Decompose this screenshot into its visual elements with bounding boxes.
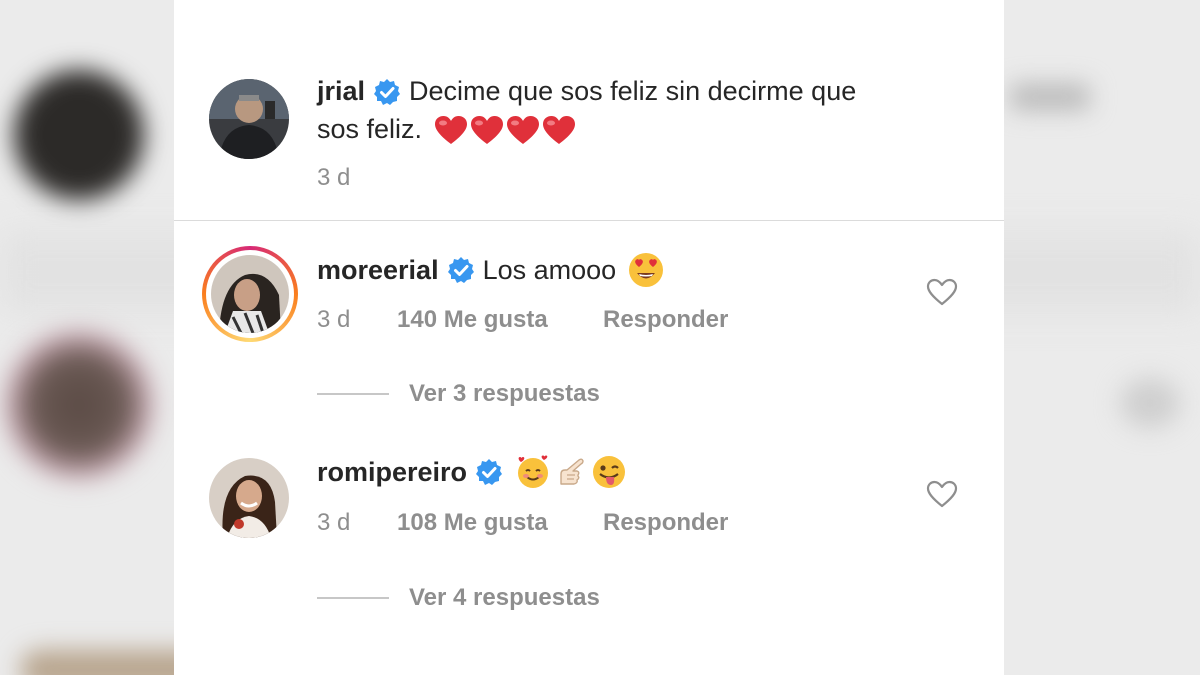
blurred-avatar — [14, 70, 144, 200]
view-replies-label: Ver 4 respuestas — [409, 584, 600, 611]
blurred-shape — [1120, 378, 1180, 428]
verified-badge-icon — [373, 78, 401, 106]
comments-panel: jrial Decime que sos feliz sin decirme q… — [174, 0, 1004, 675]
comment-line: romipereiro — [317, 454, 627, 490]
comment-text: Los amooo — [482, 254, 617, 285]
view-replies-button[interactable]: Ver 4 respuestas — [317, 584, 600, 612]
red-heart-icon — [506, 115, 540, 145]
username[interactable]: jrial — [317, 76, 365, 107]
red-heart-icon — [470, 115, 504, 145]
likes-count[interactable]: 140 Me gusta — [397, 306, 603, 334]
blurred-avatar — [4, 330, 154, 480]
reply-button[interactable]: Responder — [603, 509, 728, 537]
timestamp: 3 d — [317, 164, 351, 191]
username[interactable]: moreerial — [317, 255, 439, 286]
blurred-shape — [1010, 84, 1090, 110]
red-heart-icon — [434, 115, 468, 145]
avatar[interactable] — [202, 246, 298, 342]
timestamp: 3 d — [317, 509, 351, 536]
divider — [174, 220, 1004, 221]
avatar[interactable] — [209, 458, 289, 538]
caption-line: sos feliz. — [317, 114, 576, 145]
replies-line — [317, 597, 389, 599]
caption-meta: 3 d — [317, 164, 397, 192]
caption-text: Decime que sos feliz sin decirme que — [409, 76, 857, 106]
username[interactable]: romipereiro — [317, 457, 467, 488]
pointing-hand-icon — [553, 454, 589, 490]
comment-meta: 3 d 108 Me gusta Responder — [317, 509, 728, 537]
likes-count[interactable]: 108 Me gusta — [397, 509, 603, 537]
reply-button[interactable]: Responder — [603, 306, 728, 334]
winking-tongue-face-icon — [591, 454, 627, 490]
comment-line: moreerial Los amooo — [317, 252, 664, 288]
view-replies-label: Ver 3 respuestas — [409, 380, 600, 407]
heart-eyes-face-icon — [628, 252, 664, 288]
verified-badge-icon — [447, 256, 475, 284]
comment-meta: 3 d 140 Me gusta Responder — [317, 306, 728, 334]
view-replies-button[interactable]: Ver 3 respuestas — [317, 380, 600, 408]
caption-text: sos feliz. — [317, 114, 423, 144]
avatar[interactable] — [209, 79, 289, 159]
caption-line: jrial Decime que sos feliz sin decirme q… — [317, 76, 856, 107]
like-heart-icon[interactable] — [926, 277, 958, 307]
red-heart-icon — [542, 115, 576, 145]
like-heart-icon[interactable] — [926, 479, 958, 509]
verified-badge-icon — [475, 458, 503, 486]
timestamp: 3 d — [317, 306, 351, 333]
smiling-face-with-hearts-icon — [515, 454, 551, 490]
replies-line — [317, 393, 389, 395]
post-caption: jrial Decime que sos feliz sin decirme q… — [174, 0, 1004, 220]
